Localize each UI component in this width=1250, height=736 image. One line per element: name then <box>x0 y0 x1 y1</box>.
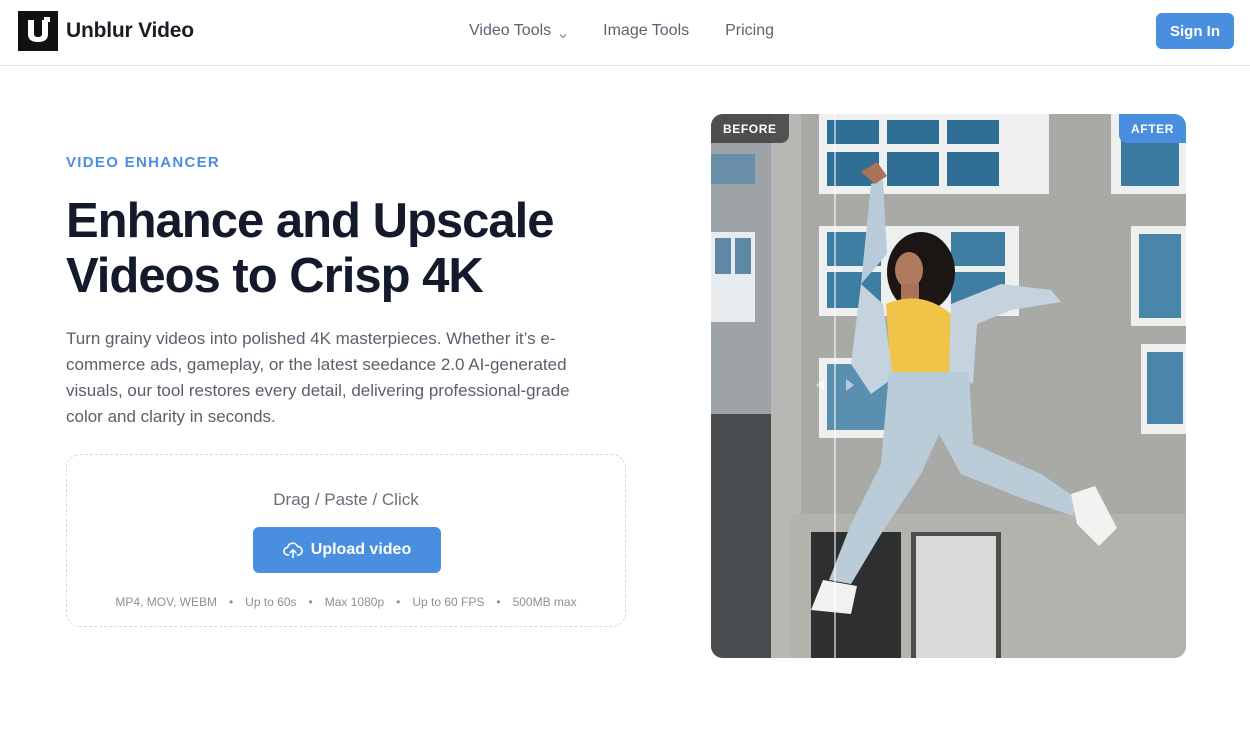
logo-icon <box>18 11 58 51</box>
comparison-image <box>711 114 1186 658</box>
arrow-left-icon <box>816 379 824 391</box>
nav-image-tools-label: Image Tools <box>603 22 690 39</box>
before-after-comparison[interactable]: BEFORE AFTER <box>711 114 1186 658</box>
page-title: Enhance and Upscale Videos to Crisp 4K <box>66 194 555 303</box>
main-nav: Video Tools Image Tools Pricing <box>469 22 774 40</box>
brand-name: Unblur Video <box>66 19 194 42</box>
nav-pricing-label: Pricing <box>725 22 775 39</box>
sign-in-button[interactable]: Sign In <box>1156 13 1234 49</box>
nav-video-tools-label: Video Tools <box>469 22 552 39</box>
spec-resolution: Max 1080p <box>324 595 385 609</box>
nav-image-tools[interactable]: Image Tools <box>603 22 689 40</box>
spec-separator: • <box>396 595 401 609</box>
comparison-handle[interactable] <box>811 376 859 394</box>
spec-size: 500MB max <box>512 595 577 609</box>
top-header: Unblur Video Video Tools Image Tools Pri… <box>0 0 1250 66</box>
spec-separator: • <box>496 595 501 609</box>
chevron-down-icon <box>559 27 567 39</box>
spec-separator: • <box>308 595 313 609</box>
hero-description: Turn grainy videos into polished 4K mast… <box>66 329 570 426</box>
after-label: AFTER <box>1119 114 1186 143</box>
upload-cloud-icon <box>282 542 303 559</box>
upload-dropzone[interactable]: Drag / Paste / Click Upload video MP4, M… <box>66 454 626 627</box>
dropzone-hint: Drag / Paste / Click <box>273 490 419 509</box>
nav-pricing[interactable]: Pricing <box>725 22 774 40</box>
spec-duration: Up to 60s <box>245 595 297 609</box>
upload-specs: MP4, MOV, WEBM • Up to 60s • Max 1080p •… <box>67 595 625 609</box>
brand-logo[interactable]: Unblur Video <box>18 11 194 51</box>
upload-video-label: Upload video <box>310 541 412 558</box>
eyebrow-label: VIDEO ENHANCER <box>66 154 221 171</box>
spec-fps: Up to 60 FPS <box>412 595 485 609</box>
spec-separator: • <box>228 595 234 609</box>
spec-formats: MP4, MOV, WEBM <box>115 595 217 609</box>
upload-video-button[interactable]: Upload video <box>253 527 441 573</box>
before-label: BEFORE <box>711 114 789 143</box>
arrow-right-icon <box>846 379 854 391</box>
nav-video-tools[interactable]: Video Tools <box>469 22 567 40</box>
